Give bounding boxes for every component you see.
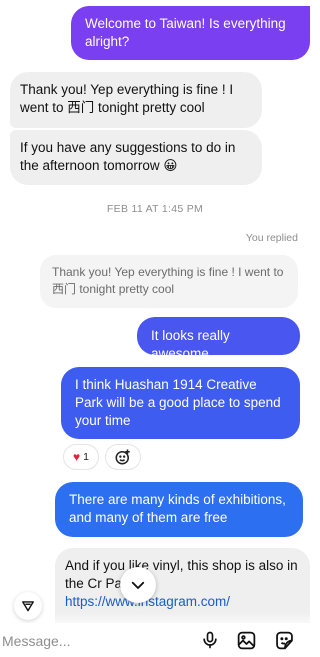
sticker-button[interactable]: [272, 628, 296, 652]
message-text: If you have any suggestions to do in the…: [20, 140, 236, 173]
message-bubble-outgoing[interactable]: I think Huashan 1914 Creative Park will …: [61, 367, 300, 439]
message-text: Welcome to Taiwan! Is everything alright…: [85, 16, 286, 49]
sticker-icon: [275, 631, 293, 649]
gallery-button[interactable]: [234, 628, 258, 652]
quoted-message[interactable]: Thank you! Yep everything is fine ! I we…: [40, 255, 298, 308]
message-bubble-incoming[interactable]: Thank you! Yep everything is fine ! I we…: [10, 72, 262, 128]
message-bubble-incoming[interactable]: If you have any suggestions to do in the…: [10, 130, 262, 185]
message-bubble-outgoing[interactable]: There are many kinds of exhibitions, and…: [55, 482, 303, 537]
message-text: And if you: [65, 558, 126, 573]
message-text: There are many kinds of exhibitions, and…: [69, 492, 286, 525]
heart-icon: ♥: [73, 450, 81, 464]
reaction-heart[interactable]: ♥ 1: [63, 444, 99, 470]
gallery-icon: [237, 631, 255, 649]
chevron-down-icon: [131, 581, 145, 589]
microphone-icon: [203, 631, 217, 649]
message-bubble-outgoing[interactable]: It looks really awesome: [137, 317, 300, 361]
message-text: I think Huashan 1914 Creative Park will …: [75, 377, 281, 428]
timestamp: FEB 11 AT 1:45 PM: [106, 203, 204, 215]
collapse-button[interactable]: [14, 592, 42, 620]
message-input[interactable]: [0, 627, 195, 655]
reaction-bar: ♥ 1: [63, 444, 141, 470]
add-reaction-button[interactable]: [105, 444, 141, 470]
microphone-button[interactable]: [198, 628, 222, 652]
message-text: Thank you! Yep everything is fine ! I we…: [20, 82, 234, 115]
scroll-to-bottom-button[interactable]: [120, 567, 156, 603]
collapse-icon: [22, 601, 34, 612]
replied-label: You replied: [245, 232, 298, 244]
message-composer: [0, 623, 310, 657]
message-text: It looks really awesome: [151, 328, 230, 361]
reaction-count: 1: [83, 451, 89, 463]
quoted-text: Thank you! Yep everything is fine ! I we…: [52, 265, 284, 296]
add-reaction-icon: [115, 449, 130, 465]
message-bubble-outgoing[interactable]: Welcome to Taiwan! Is everything alright…: [71, 6, 310, 60]
